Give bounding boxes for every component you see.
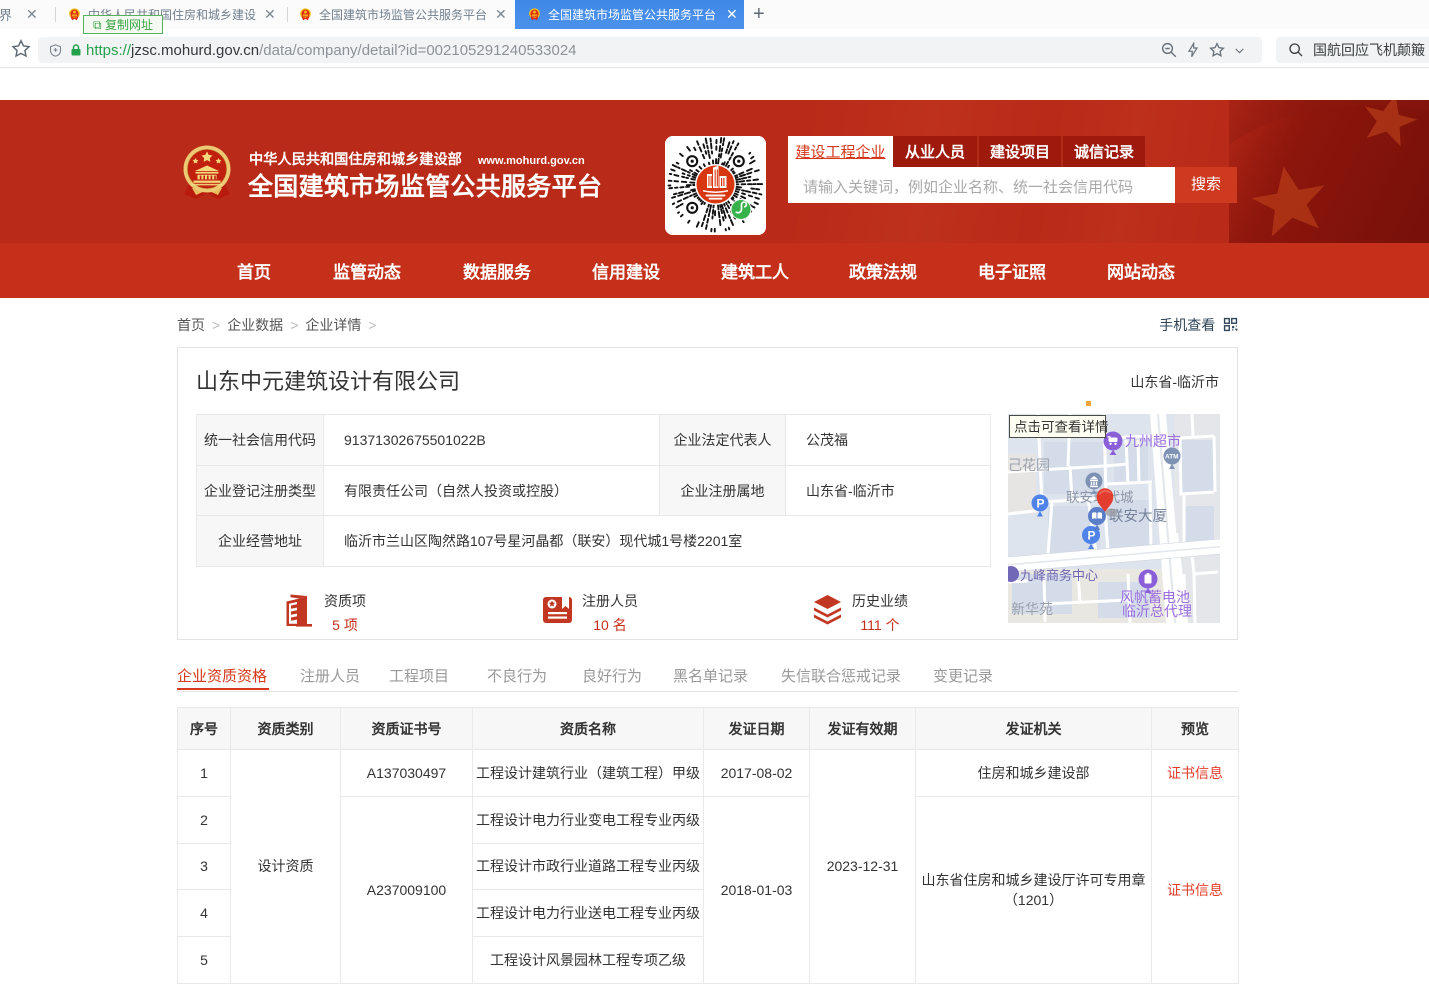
svg-text:己花园: 己花园 [1008,457,1050,473]
svg-text:临沂总代理: 临沂总代理 [1122,603,1192,619]
svg-text:P: P [1037,497,1045,511]
svg-text:ATM: ATM [1165,454,1179,461]
svg-text:九峰商务中心: 九峰商务中心 [1020,568,1098,583]
svg-text:点击可查看详情: 点击可查看详情 [1014,420,1109,435]
svg-text:P: P [1088,529,1096,543]
svg-text:新华苑: 新华苑 [1011,601,1053,617]
svg-text:联安大厦: 联安大厦 [1109,508,1167,525]
svg-text:九州超市: 九州超市 [1125,433,1181,449]
